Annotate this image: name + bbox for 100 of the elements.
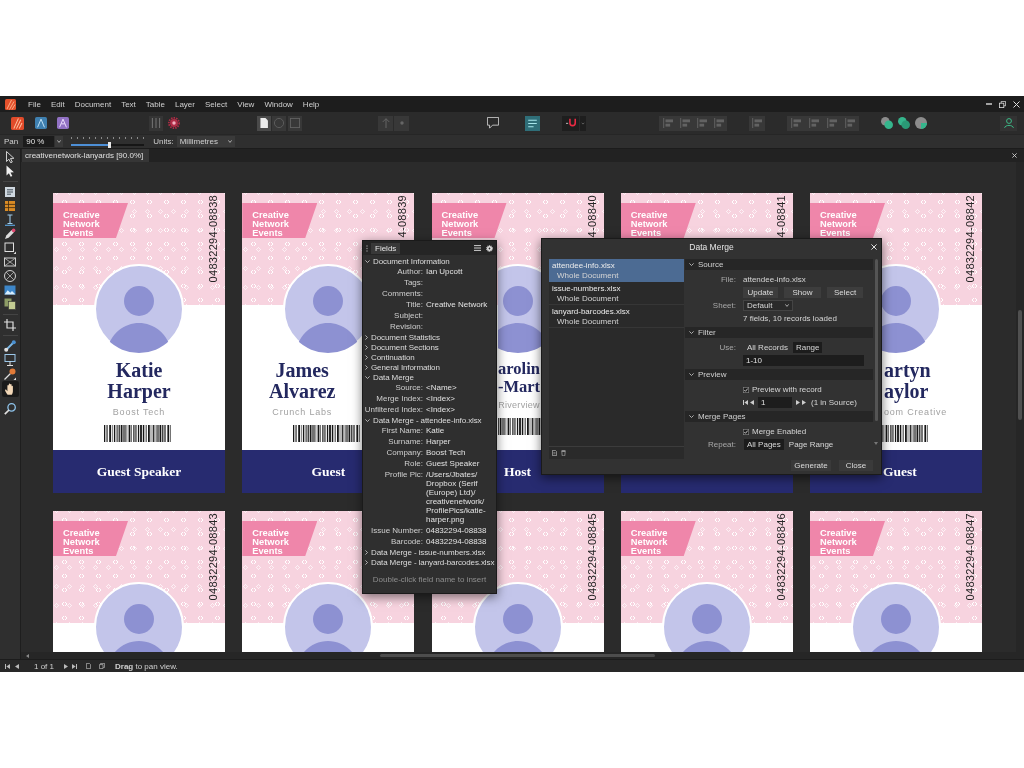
- segment-option[interactable]: All Records: [744, 342, 791, 353]
- dropdown-button[interactable]: [55, 136, 64, 147]
- units-dropdown[interactable]: Millimetres: [176, 136, 235, 147]
- segment-option[interactable]: All Pages: [744, 439, 784, 450]
- field-label[interactable]: Issue Number:: [370, 526, 423, 535]
- menu-item[interactable]: File: [28, 99, 41, 109]
- tool-button[interactable]: [1, 241, 19, 255]
- dialog-button[interactable]: Close: [839, 460, 873, 471]
- close-icon[interactable]: [871, 244, 877, 250]
- scroll-thumb[interactable]: [380, 654, 655, 657]
- chevron-down-icon[interactable]: [689, 415, 694, 418]
- field-label[interactable]: Revision:: [390, 322, 423, 331]
- trash-icon[interactable]: [561, 450, 566, 456]
- segment-option[interactable]: Range: [792, 342, 823, 353]
- app-logo-icon[interactable]: [5, 98, 16, 110]
- field-label[interactable]: Profile Pic:: [384, 470, 423, 479]
- section-header[interactable]: General Information: [363, 362, 496, 372]
- scroll-down-icon[interactable]: [874, 442, 878, 445]
- persona-icon[interactable]: [57, 117, 69, 129]
- field-label[interactable]: Author:: [397, 267, 423, 276]
- persona-icon[interactable]: [11, 116, 24, 130]
- section-header[interactable]: Data Merge: [363, 372, 496, 382]
- scrollbar[interactable]: [1016, 162, 1024, 652]
- menu-item[interactable]: Edit: [50, 99, 65, 109]
- tool-button[interactable]: [1, 353, 19, 367]
- triangle-right-icon[interactable]: [64, 663, 68, 669]
- section-header[interactable]: Data Merge - issue-numbers.xlsx: [363, 547, 496, 557]
- tool-button[interactable]: [1, 283, 19, 297]
- tool-button[interactable]: [1, 402, 19, 416]
- field-label[interactable]: Title:: [405, 300, 423, 309]
- list-item[interactable]: issue-numbers.xlsx Whole Document: [549, 282, 684, 305]
- section-header[interactable]: Source: [685, 259, 873, 270]
- field-label[interactable]: Comments:: [382, 289, 423, 298]
- section-header[interactable]: Document Sections: [363, 342, 496, 352]
- section-header[interactable]: Document Statistics: [363, 332, 496, 342]
- field-label[interactable]: Barcode:: [390, 537, 423, 546]
- overlapping-circles-icon[interactable]: [915, 117, 927, 129]
- tool-button[interactable]: [1, 269, 19, 283]
- zoom-field[interactable]: 90 %: [23, 136, 55, 147]
- persona-icon[interactable]: [35, 117, 47, 129]
- field-label[interactable]: Subject:: [394, 311, 423, 320]
- segment-option[interactable]: Page Range: [785, 439, 837, 450]
- overlapping-circles-icon[interactable]: [881, 117, 893, 129]
- gear-icon[interactable]: [168, 117, 180, 129]
- tool-button[interactable]: [1, 339, 19, 353]
- triangle-left-icon[interactable]: [26, 653, 29, 658]
- list-item[interactable]: attendee-info.xlsx Whole Document: [549, 259, 684, 282]
- field-label[interactable]: First Name:: [381, 426, 423, 435]
- menu-item[interactable]: Select: [204, 99, 228, 109]
- dialog-button[interactable]: Generate: [791, 460, 831, 471]
- field-label[interactable]: Tags:: [403, 278, 423, 287]
- scroll-thumb[interactable]: [1018, 310, 1022, 420]
- checkbox[interactable]: [743, 428, 749, 435]
- field-label[interactable]: Source:: [395, 383, 423, 392]
- chevron-down-icon[interactable]: [365, 259, 370, 263]
- menu-icon[interactable]: [474, 245, 481, 251]
- chevron-down-icon[interactable]: [365, 375, 370, 379]
- chevron-right-icon[interactable]: [365, 549, 368, 555]
- panel-tab[interactable]: Fields: [371, 242, 401, 254]
- skip-start-icon[interactable]: [5, 663, 10, 669]
- section-header[interactable]: Preview: [685, 369, 873, 380]
- chevron-right-icon[interactable]: [365, 334, 368, 340]
- dialog-button[interactable]: Update: [743, 287, 778, 298]
- record-field[interactable]: 1: [758, 397, 792, 408]
- skip-end-icon[interactable]: [72, 663, 77, 669]
- chevron-down-icon[interactable]: [689, 331, 694, 334]
- chevron-down-icon[interactable]: [689, 263, 694, 266]
- chevron-right-icon[interactable]: [365, 354, 368, 360]
- skip-start-icon[interactable]: [743, 400, 748, 405]
- dialog-button[interactable]: Show: [784, 287, 821, 298]
- section-header[interactable]: Merge Pages: [685, 411, 873, 422]
- checkbox[interactable]: [743, 386, 749, 393]
- scroll-thumb[interactable]: [874, 259, 878, 421]
- document-tab[interactable]: creativenetwork-lanyards [90.0%]: [22, 149, 150, 162]
- close-icon[interactable]: [1012, 153, 1017, 158]
- text-lines-icon[interactable]: [525, 115, 540, 131]
- list-item[interactable]: lanyard-barcodes.xlsx Whole Document: [549, 305, 684, 328]
- menu-item[interactable]: Window: [264, 99, 293, 109]
- triangle-left-icon[interactable]: [15, 663, 19, 669]
- speech-bubble-icon[interactable]: [487, 117, 499, 129]
- chevron-right-icon[interactable]: [365, 364, 368, 370]
- sheet-dropdown[interactable]: Default: [743, 300, 793, 311]
- tool-button[interactable]: [1, 255, 19, 269]
- section-header[interactable]: Continuation: [363, 352, 496, 362]
- tool-button[interactable]: [1, 381, 19, 397]
- tool-button[interactable]: [1, 318, 19, 332]
- chevron-down-icon[interactable]: [689, 373, 694, 376]
- slider-thumb[interactable]: [107, 141, 111, 148]
- field-label[interactable]: Role:: [404, 459, 423, 468]
- page-icon[interactable]: [86, 663, 91, 669]
- chevron-down-icon[interactable]: [365, 418, 370, 422]
- section-header[interactable]: Data Merge - lanyard-barcodes.xlsx: [363, 557, 496, 567]
- field-label[interactable]: Surname:: [388, 437, 423, 446]
- menu-item[interactable]: Help: [302, 99, 320, 109]
- range-field[interactable]: 1-10: [743, 355, 864, 366]
- section-header[interactable]: Filter: [685, 327, 873, 338]
- overlapping-circles-icon[interactable]: [898, 117, 910, 129]
- chevron-right-icon[interactable]: [365, 559, 368, 565]
- section-header[interactable]: Data Merge - attendee-info.xlsx: [363, 415, 496, 425]
- field-label[interactable]: Merge Index:: [376, 394, 423, 403]
